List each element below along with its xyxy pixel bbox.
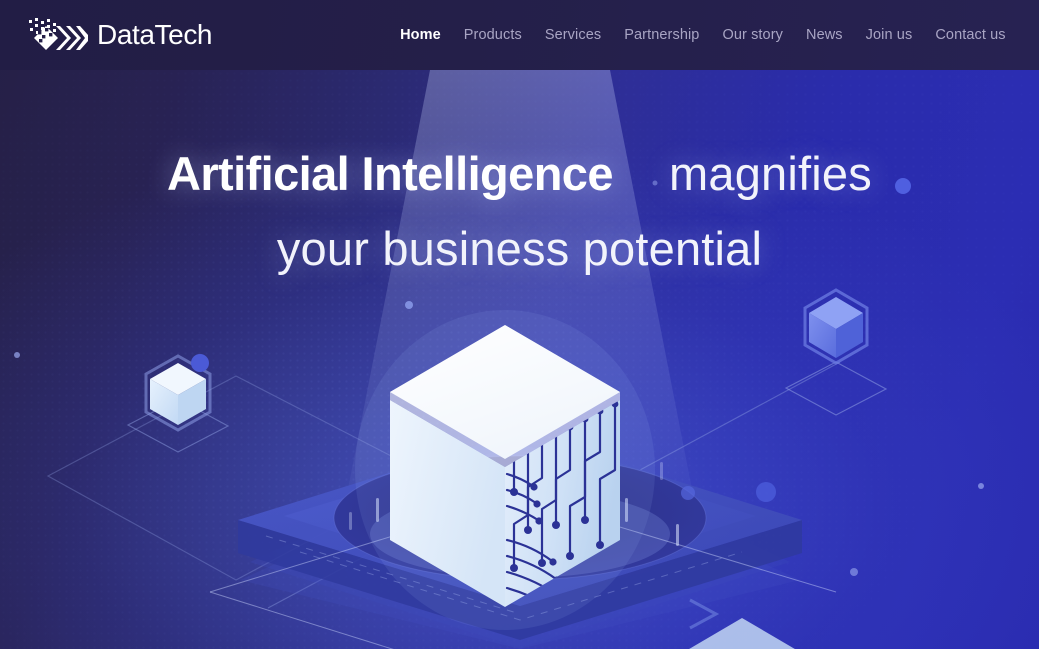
brand-logo[interactable]: DataTech <box>26 15 212 55</box>
accent-dots <box>14 178 984 576</box>
nav-link-partnership[interactable]: Partnership <box>624 28 699 43</box>
circuit-curves <box>505 472 565 607</box>
mini-cube-left <box>144 354 212 432</box>
nav-link-join-us[interactable]: Join us <box>866 28 913 43</box>
isometric-platform <box>209 432 837 649</box>
top-navigation-bar: DataTech Home Products Services Partners… <box>0 0 1039 70</box>
nav-links: Home Products Services Partnership Our s… <box>400 28 1006 43</box>
wireframe-guides <box>46 361 888 609</box>
hero-illustration <box>14 70 984 649</box>
circuit-traces <box>512 403 617 570</box>
mini-cube-bottom <box>689 598 795 649</box>
brand-name: DataTech <box>97 19 213 50</box>
main-ai-cube <box>355 310 655 630</box>
pixel-chevron-logo-icon <box>29 18 88 50</box>
nav-link-products[interactable]: Products <box>464 28 522 43</box>
hero-section <box>0 0 1039 649</box>
nav-link-services[interactable]: Services <box>545 28 601 43</box>
nav-link-contact-us[interactable]: Contact us <box>935 28 1005 43</box>
circuit-terminals <box>510 400 619 572</box>
nav-link-home[interactable]: Home <box>400 28 441 43</box>
mini-cube-right <box>803 288 869 365</box>
background-dot-pattern <box>0 0 1039 649</box>
nav-link-news[interactable]: News <box>806 28 843 43</box>
nav-link-our-story[interactable]: Our story <box>722 28 783 43</box>
spotlight-beam <box>305 70 735 589</box>
background-dot-pattern-secondary <box>0 0 1039 649</box>
